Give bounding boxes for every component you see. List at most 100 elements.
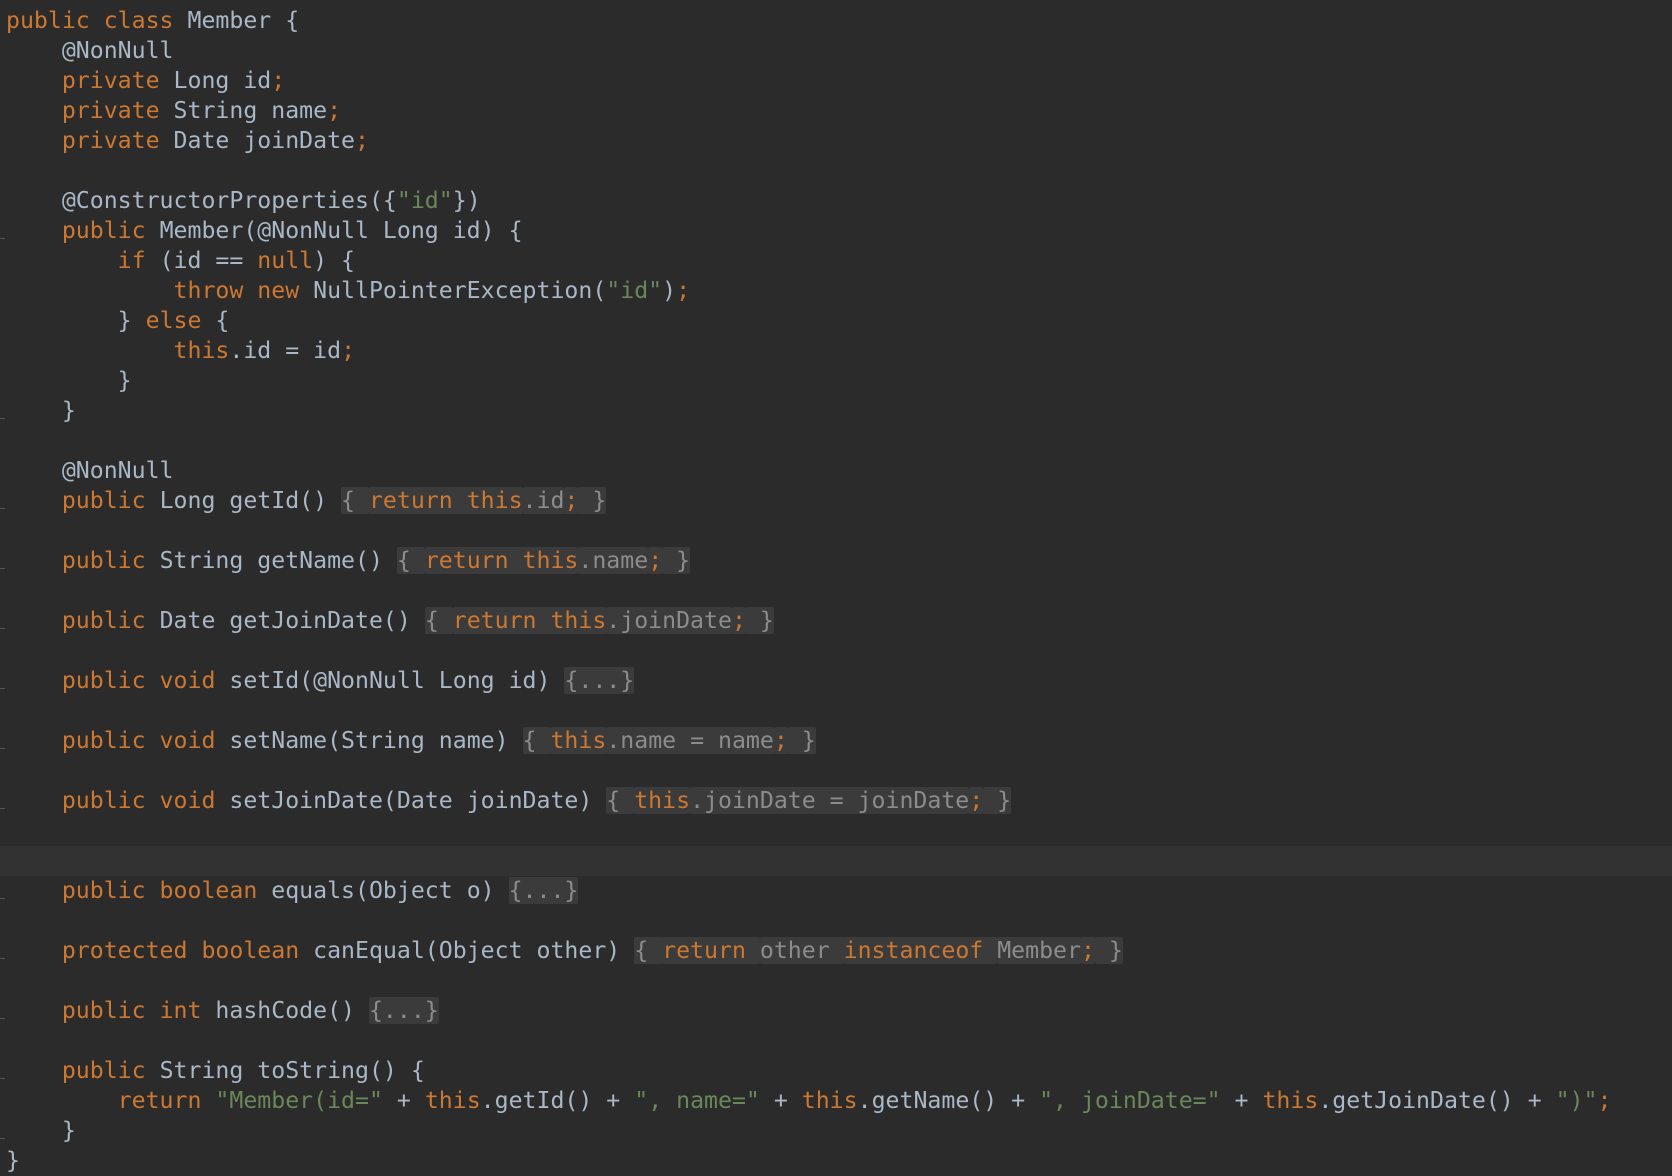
code-token: public void [6,667,230,694]
code-line[interactable]: } [0,1146,1672,1176]
code-line[interactable]: public boolean equals(Object o) {...} [0,876,1672,906]
code-line[interactable]: public Long getId() { return this.id; } [0,486,1672,516]
folded-code-region[interactable]: { [424,607,453,634]
code-line[interactable]: public void setName(String name) { this.… [0,726,1672,756]
folded-code-region[interactable]: .id [522,487,565,514]
code-line[interactable]: protected boolean canEqual(Object other)… [0,936,1672,966]
code-token: "id" [606,277,663,304]
folded-code-region[interactable]: other [759,937,844,964]
folded-code-region[interactable]: { [522,727,551,754]
code-line[interactable]: ​ [0,576,1672,606]
code-line[interactable]: ​ [0,846,1672,876]
fold-gutter-marker[interactable] [0,1018,5,1019]
code-line[interactable]: } else { [0,306,1672,336]
code-token: protected boolean [6,937,314,964]
folded-code-region[interactable]: Member [997,937,1081,964]
code-line[interactable]: public String getName() { return this.na… [0,546,1672,576]
code-line[interactable]: ​ [0,696,1672,726]
fold-gutter-marker[interactable] [0,1078,5,1079]
code-line[interactable]: } [0,1116,1672,1146]
folded-code-region[interactable]: } [745,607,774,634]
fold-gutter-marker[interactable] [0,238,5,239]
code-line[interactable]: private Long id; [0,66,1672,96]
code-line[interactable]: @NonNull [0,36,1672,66]
folded-code-region[interactable]: return this [452,607,607,634]
code-line[interactable]: ​ [0,966,1672,996]
code-line[interactable]: ​ [0,516,1672,546]
code-token: @ConstructorProperties({ [6,187,397,214]
folded-code-region[interactable]: .name = name [606,727,774,754]
folded-code-region[interactable]: {...} [508,877,579,904]
code-token: .getJoinDate() + [1318,1087,1556,1114]
code-line[interactable]: this.id = id; [0,336,1672,366]
fold-gutter-marker[interactable] [0,628,5,629]
fold-gutter-marker[interactable] [0,898,5,899]
fold-gutter-marker[interactable] [0,568,5,569]
code-line[interactable]: if (id == null) { [0,246,1672,276]
code-line[interactable]: ​ [0,426,1672,456]
code-line[interactable]: public class Member { [0,6,1672,36]
code-token: ) [662,277,677,304]
folded-code-region[interactable]: this [634,787,691,814]
folded-code-region[interactable]: return [662,937,760,964]
code-line[interactable]: public Member(@NonNull Long id) { [0,216,1672,246]
folded-code-region[interactable]: .name [578,547,649,574]
folded-code-region[interactable]: { [341,487,369,514]
folded-code-region[interactable]: {...} [564,667,635,694]
code-line[interactable]: } [0,396,1672,426]
folded-code-region[interactable]: } [983,787,1012,814]
folded-code-region[interactable]: .joinDate = joinDate [690,787,970,814]
folded-code-region[interactable]: ; [773,727,788,754]
fold-gutter-marker[interactable] [0,508,5,509]
folded-code-region[interactable]: ; [731,607,746,634]
code-line[interactable]: private String name; [0,96,1672,126]
code-line[interactable]: @ConstructorProperties({"id"}) [0,186,1672,216]
code-token: canEqual(Object other) [313,937,635,964]
fold-gutter-marker[interactable] [0,958,5,959]
fold-gutter-marker[interactable] [0,688,5,689]
code-editor[interactable]: public class Member { @NonNull private L… [0,0,1672,1174]
code-line[interactable]: ​ [0,816,1672,846]
fold-gutter-marker[interactable] [0,418,5,419]
code-line[interactable]: public void setJoinDate(Date joinDate) {… [0,786,1672,816]
code-line[interactable]: public void setId(@NonNull Long id) {...… [0,666,1672,696]
folded-code-region[interactable]: { [606,787,635,814]
code-line[interactable]: public int hashCode() {...} [0,996,1672,1026]
fold-gutter-marker[interactable] [0,808,5,809]
code-line[interactable]: ​ [0,906,1672,936]
code-line[interactable]: public String toString() { [0,1056,1672,1086]
folded-code-region[interactable]: { [396,547,425,574]
code-area[interactable]: public class Member { @NonNull private L… [0,6,1672,1176]
code-token: setJoinDate(Date joinDate) [229,787,607,814]
folded-code-region[interactable]: this [550,727,607,754]
code-line[interactable]: public Date getJoinDate() { return this.… [0,606,1672,636]
code-line[interactable]: ​ [0,636,1672,666]
folded-code-region[interactable]: return this [424,547,579,574]
folded-code-region[interactable]: } [787,727,816,754]
folded-code-region[interactable]: ; [969,787,984,814]
code-token: if [6,247,160,274]
code-token: ; [341,337,356,364]
folded-code-region[interactable]: } [1094,937,1123,964]
folded-code-region[interactable]: { [634,937,663,964]
fold-gutter-marker[interactable] [0,1138,5,1139]
code-token: ", name=" [634,1087,760,1114]
code-line[interactable]: return "Member(id=" + this.getId() + ", … [0,1086,1672,1116]
folded-code-region[interactable]: ; [648,547,663,574]
folded-code-region[interactable]: return this [368,487,523,514]
folded-code-region[interactable]: instanceof [843,937,998,964]
code-line[interactable]: ​ [0,1026,1672,1056]
folded-code-region[interactable]: .joinDate [606,607,732,634]
folded-code-region[interactable]: } [662,547,691,574]
code-line[interactable]: } [0,366,1672,396]
code-line[interactable]: throw new NullPointerException("id"); [0,276,1672,306]
folded-code-region[interactable]: ; [564,487,579,514]
folded-code-region[interactable]: {...} [368,997,439,1024]
code-line[interactable]: @NonNull [0,456,1672,486]
fold-gutter-marker[interactable] [0,748,5,749]
code-line[interactable]: private Date joinDate; [0,126,1672,156]
code-line[interactable]: ​ [0,756,1672,786]
folded-code-region[interactable]: ; [1080,937,1095,964]
folded-code-region[interactable]: } [578,487,607,514]
code-line[interactable]: ​ [0,156,1672,186]
